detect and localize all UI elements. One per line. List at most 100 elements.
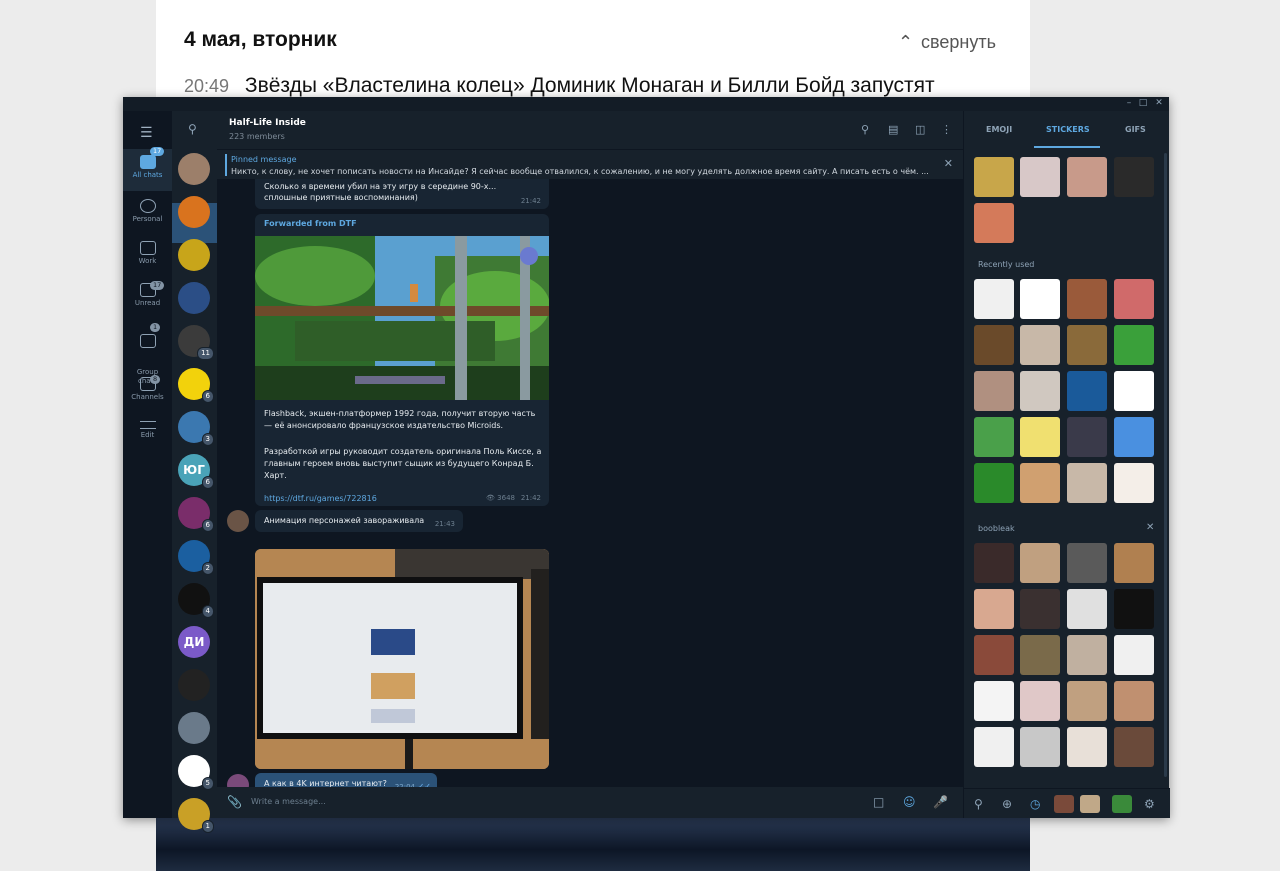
sticker-thumbnail[interactable] [974, 681, 1014, 721]
sticker-thumbnail[interactable] [1067, 417, 1107, 457]
forwarded-message[interactable]: Forwarded from DTF Flashback, экшен-плат… [255, 214, 549, 506]
sticker-thumbnail[interactable] [974, 417, 1014, 457]
folder-personal[interactable]: Personal [123, 199, 172, 223]
chat-avatar[interactable]: 6 [178, 497, 214, 532]
sticker-thumbnail[interactable] [1114, 371, 1154, 411]
sticker-thumbnail[interactable] [974, 157, 1014, 197]
sticker-thumbnail[interactable] [974, 325, 1014, 365]
sticker-thumbnail[interactable] [1020, 279, 1060, 319]
sticker-thumbnail[interactable] [1020, 157, 1060, 197]
chat-avatar[interactable]: 5 [178, 755, 214, 790]
chat-avatar[interactable]: 3 [178, 411, 214, 446]
search-icon[interactable]: ⚲ [188, 122, 197, 136]
chat-avatar[interactable]: 2 [178, 540, 214, 575]
sticker-thumbnail[interactable] [1067, 589, 1107, 629]
chat-avatar[interactable] [178, 669, 210, 701]
message-input[interactable]: Write a message... [251, 797, 326, 806]
sticker-set-thumb[interactable] [1080, 795, 1100, 813]
sticker-thumbnail[interactable] [1067, 681, 1107, 721]
sticker-thumbnail[interactable] [1067, 463, 1107, 503]
settings-gear-icon[interactable]: ⚙ [1144, 797, 1155, 811]
folder-unread[interactable]: 17 Unread [123, 281, 172, 307]
sticker-thumbnail[interactable] [974, 635, 1014, 675]
search-icon[interactable]: ⚲ [861, 123, 869, 136]
chat-avatar[interactable]: 11 [178, 325, 214, 360]
chat-avatar[interactable]: 1 [178, 798, 214, 833]
folder-work[interactable]: Work [123, 241, 172, 265]
search-icon[interactable]: ⚲ [974, 797, 983, 811]
more-menu-icon[interactable]: ⋮ [941, 123, 952, 136]
game-screenshot-image[interactable] [255, 236, 549, 400]
chat-avatar[interactable]: 4 [178, 583, 214, 618]
sticker-thumbnail[interactable] [1067, 371, 1107, 411]
sticker-thumbnail[interactable] [1114, 279, 1154, 319]
tab-stickers[interactable]: STICKERS [1046, 125, 1090, 134]
chat-avatar[interactable]: ЮГ 6 [178, 454, 214, 489]
sticker-thumbnail[interactable] [1020, 727, 1060, 767]
chat-avatar[interactable] [178, 282, 210, 314]
sticker-thumbnail[interactable] [1020, 325, 1060, 365]
hamburger-menu-icon[interactable]: ☰ [140, 125, 153, 141]
collapse-button[interactable]: ⌃ свернуть [898, 32, 996, 53]
chat-avatar[interactable]: 6 [178, 368, 214, 403]
sticker-set-thumb[interactable] [1054, 795, 1074, 813]
sticker-thumbnail[interactable] [1067, 727, 1107, 767]
sidebar-toggle-icon[interactable]: ◫ [915, 123, 925, 136]
sticker-thumbnail[interactable] [1067, 279, 1107, 319]
sticker-thumbnail[interactable] [974, 543, 1014, 583]
sticker-thumbnail[interactable] [1067, 325, 1107, 365]
folder-all-chats[interactable]: 17 All chats [123, 147, 172, 191]
sticker-thumbnail[interactable] [1114, 681, 1154, 721]
minimize-icon[interactable]: – [1123, 98, 1135, 108]
remove-set-icon[interactable]: ✕ [1146, 522, 1154, 533]
sticker-thumbnail[interactable] [1020, 589, 1060, 629]
sticker-thumbnail[interactable] [1020, 463, 1060, 503]
folder-channels[interactable]: 8 Channels [123, 375, 172, 401]
chat-title[interactable]: Half-Life Inside [229, 118, 306, 128]
sticker-thumbnail[interactable] [1020, 635, 1060, 675]
sticker-thumbnail[interactable] [974, 279, 1014, 319]
folder-edit[interactable]: Edit [123, 421, 172, 439]
sticker-thumbnail[interactable] [1114, 589, 1154, 629]
sticker-thumbnail[interactable] [1114, 543, 1154, 583]
emoji-icon[interactable]: ☺ [903, 795, 916, 809]
sticker-thumbnail[interactable] [974, 589, 1014, 629]
microphone-icon[interactable]: 🎤 [933, 795, 948, 809]
message-bubble[interactable]: Сколько я времени убил на эту игру в сер… [255, 179, 549, 209]
sticker-thumbnail[interactable] [1067, 157, 1107, 197]
sticker-thumbnail[interactable] [1067, 635, 1107, 675]
bot-commands-icon[interactable]: □ [873, 795, 884, 809]
news-item[interactable]: 20:49 Звёзды «Властелина колец» Доминик … [184, 74, 935, 98]
sticker-thumbnail[interactable] [1114, 463, 1154, 503]
sticker-thumbnail[interactable] [1114, 727, 1154, 767]
attach-icon[interactable]: 📎 [227, 795, 242, 809]
chat-avatar[interactable]: ДИ [178, 626, 210, 658]
forwarded-from[interactable]: Forwarded from DTF [264, 219, 357, 228]
sticker-thumbnail[interactable] [974, 463, 1014, 503]
sticker-thumbnail[interactable] [974, 203, 1014, 243]
sticker-thumbnail[interactable] [1020, 417, 1060, 457]
tab-emoji[interactable]: EMOJI [986, 125, 1012, 134]
chat-avatar[interactable] [178, 239, 210, 271]
photo-message[interactable] [255, 549, 549, 769]
sender-avatar[interactable] [227, 510, 249, 532]
sticker-thumbnail[interactable] [1020, 371, 1060, 411]
maximize-icon[interactable]: □ [1137, 98, 1149, 108]
sticker-thumbnail[interactable] [1067, 543, 1107, 583]
pinned-message[interactable]: Pinned message Никто, к слову, не хочет … [217, 149, 963, 179]
chat-avatar[interactable] [178, 153, 210, 185]
chat-avatar[interactable] [178, 712, 210, 744]
add-set-icon[interactable]: ⊕ [1002, 797, 1012, 811]
sticker-thumbnail[interactable] [974, 371, 1014, 411]
close-pinned-icon[interactable]: ✕ [944, 157, 953, 170]
sticker-thumbnail[interactable] [1114, 325, 1154, 365]
sticker-thumbnail[interactable] [1114, 417, 1154, 457]
close-icon[interactable]: ✕ [1153, 98, 1165, 108]
recent-clock-icon[interactable]: ◷ [1030, 797, 1040, 811]
sticker-set-thumb[interactable] [1112, 795, 1132, 813]
comments-icon[interactable]: ▤ [888, 123, 898, 136]
message-bubble[interactable]: Анимация персонажей завораживала 21:43 [255, 510, 463, 532]
tab-gifs[interactable]: GIFS [1125, 125, 1146, 134]
sticker-thumbnail[interactable] [1020, 543, 1060, 583]
scrollbar[interactable] [1164, 153, 1167, 777]
